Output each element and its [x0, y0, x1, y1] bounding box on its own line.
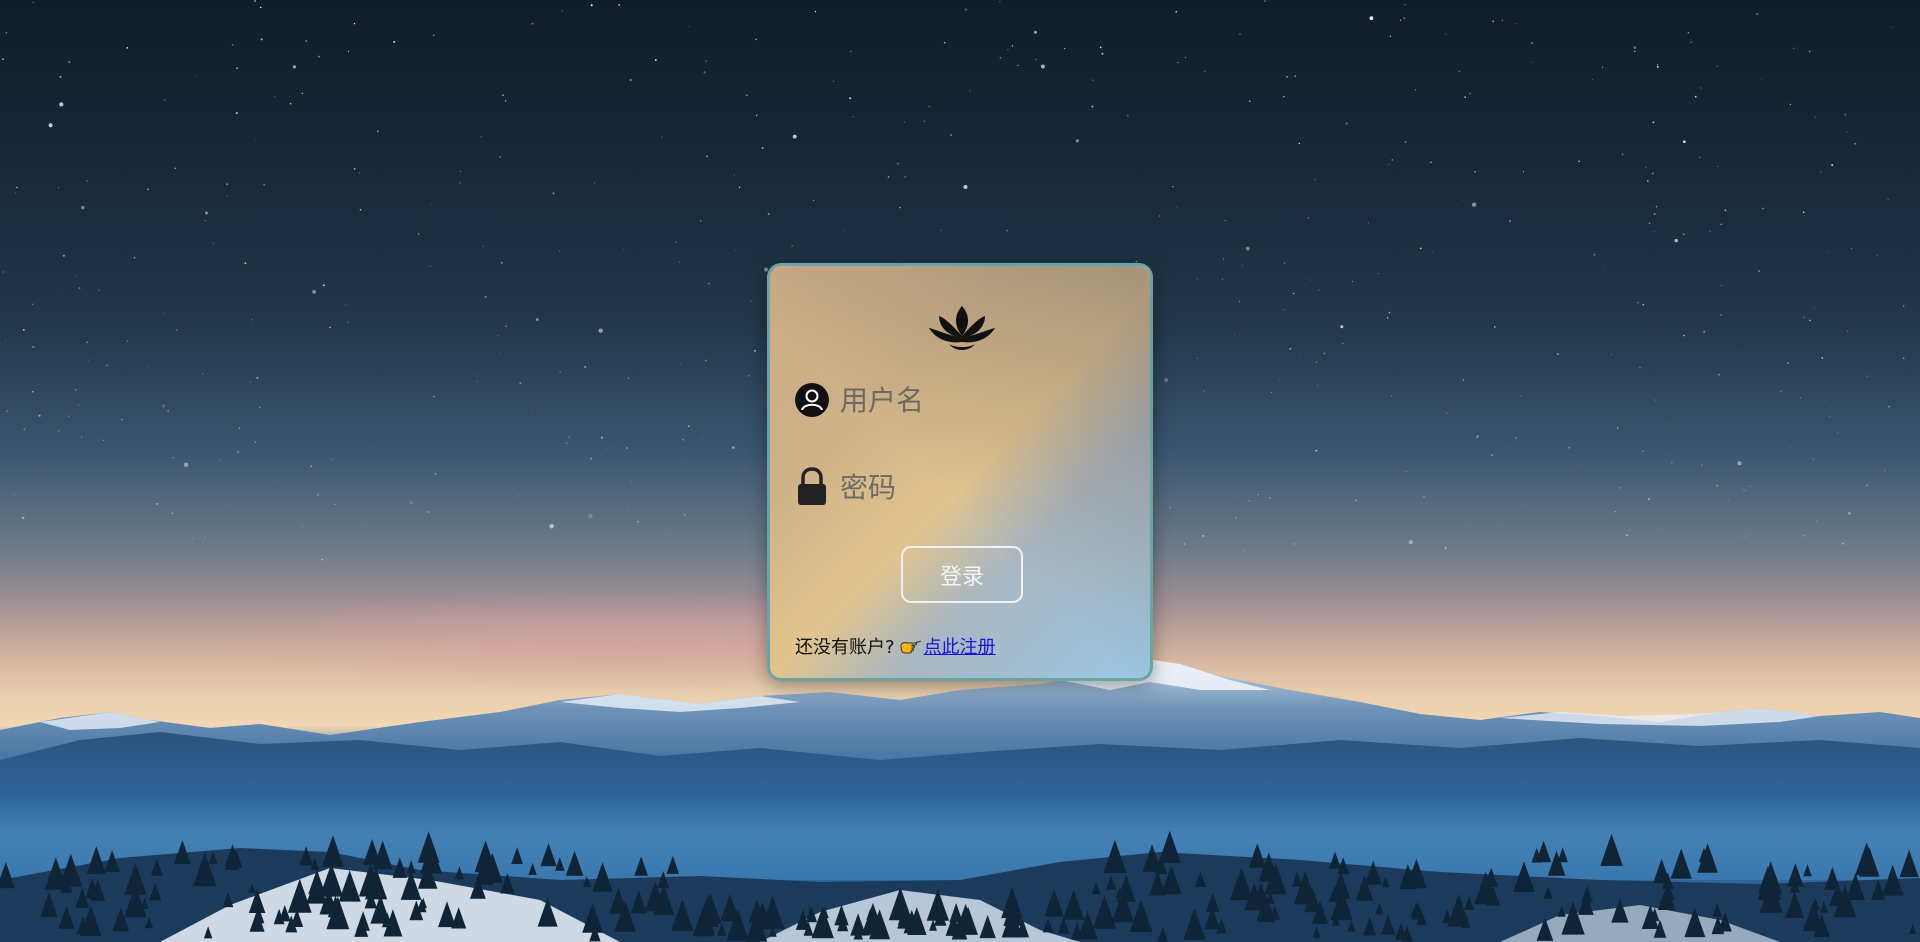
pointing-hand-icon	[899, 637, 923, 655]
register-link[interactable]: 点此注册	[924, 633, 996, 659]
lock-icon	[794, 467, 830, 505]
login-card: 登录 还没有账户? 点此注册	[767, 263, 1153, 681]
user-circle-icon	[794, 382, 830, 418]
username-field-row	[794, 376, 1124, 424]
lotus-icon	[927, 304, 997, 354]
password-input[interactable]	[838, 469, 1112, 505]
login-button[interactable]: 登录	[901, 546, 1023, 603]
username-input[interactable]	[838, 382, 1112, 418]
register-prompt-row: 还没有账户? 点此注册	[795, 633, 996, 659]
register-prompt-text: 还没有账户?	[795, 637, 895, 658]
password-field-row	[794, 463, 1124, 511]
